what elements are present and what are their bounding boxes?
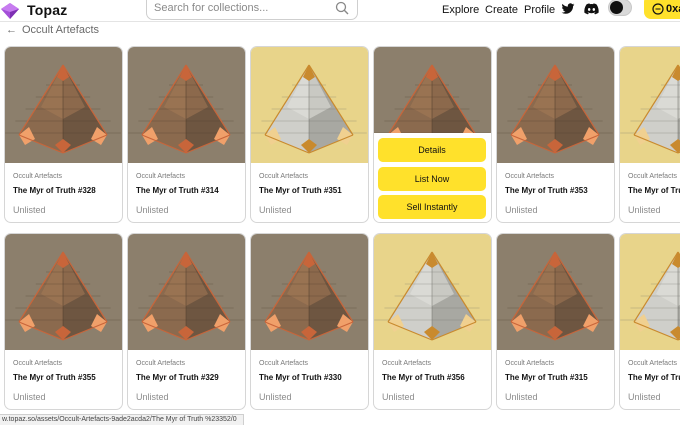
card-title[interactable]: The Myr of Truth #314 (136, 186, 219, 195)
moon-icon (610, 1, 623, 14)
discord-icon[interactable] (584, 3, 599, 15)
topaz-logo-icon[interactable] (0, 1, 20, 21)
nft-card[interactable]: Occult Artefacts The Myr of Truth #3 Unl… (619, 46, 680, 223)
card-status: Unlisted (259, 392, 292, 402)
wallet-address: 0xa (666, 3, 680, 15)
nft-card[interactable]: Occult Artefacts The Myr of Truth #356 U… (373, 233, 492, 410)
twitter-icon[interactable] (561, 3, 575, 15)
card-title[interactable]: The Myr of Truth #328 (13, 186, 96, 195)
card-status: Unlisted (136, 205, 169, 215)
nft-card-hovered[interactable]: Details List Now Sell Instantly (373, 46, 492, 223)
nft-image[interactable] (251, 234, 368, 350)
card-collection-name: Occult Artefacts (505, 173, 555, 180)
collection-name: Occult Artefacts (22, 24, 100, 36)
card-collection-name: Occult Artefacts (628, 173, 678, 180)
browser-status-url: w.topaz.so/assets/Occult-Artefacts-9ade2… (0, 414, 244, 425)
card-title[interactable]: The Myr of Truth #355 (13, 373, 96, 382)
card-collection-name: Occult Artefacts (259, 173, 309, 180)
card-status: Unlisted (505, 205, 538, 215)
sell-instantly-button[interactable]: Sell Instantly (378, 195, 486, 219)
nft-card[interactable]: Occult Artefacts The Myr of Truth #314 U… (127, 46, 246, 223)
nft-image[interactable] (620, 234, 680, 350)
card-status: Unlisted (13, 392, 46, 402)
wallet-button[interactable]: 0xa (644, 0, 680, 19)
list-now-button[interactable]: List Now (378, 167, 486, 191)
theme-toggle[interactable] (608, 0, 632, 16)
card-collection-name: Occult Artefacts (136, 173, 186, 180)
page: Topaz Search for collections... Explore … (0, 0, 680, 425)
card-action-panel: Details List Now Sell Instantly (374, 133, 491, 222)
nav-profile[interactable]: Profile (524, 4, 555, 16)
card-collection-name: Occult Artefacts (136, 360, 186, 367)
nft-image[interactable] (5, 234, 122, 350)
nft-card[interactable]: Occult Artefacts The Myr of Truth #330 U… (250, 233, 369, 410)
search-bar[interactable]: Search for collections... (146, 0, 358, 20)
nav-create[interactable]: Create (485, 4, 518, 16)
card-collection-name: Occult Artefacts (382, 360, 432, 367)
nft-image[interactable] (620, 47, 680, 163)
card-title[interactable]: The Myr of Truth #329 (136, 373, 219, 382)
card-status: Unlisted (259, 205, 292, 215)
breadcrumb-back[interactable]: ← Occult Artefacts (6, 24, 99, 36)
card-status: Unlisted (136, 392, 169, 402)
card-status: Unlisted (628, 205, 661, 215)
nft-card[interactable]: Occult Artefacts The Myr of Truth #315 U… (496, 233, 615, 410)
card-collection-name: Occult Artefacts (505, 360, 555, 367)
nft-card[interactable]: Occult Artefacts The Myr of Truth #3 Unl… (619, 233, 680, 410)
details-button[interactable]: Details (378, 138, 486, 162)
card-title[interactable]: The Myr of Truth #353 (505, 186, 588, 195)
card-title[interactable]: The Myr of Truth #351 (259, 186, 342, 195)
card-status: Unlisted (13, 205, 46, 215)
search-input[interactable]: Search for collections... (154, 2, 268, 14)
card-collection-name: Occult Artefacts (13, 360, 63, 367)
card-title[interactable]: The Myr of Truth #356 (382, 373, 465, 382)
card-title[interactable]: The Myr of Truth #3 (628, 373, 680, 382)
card-collection-name: Occult Artefacts (259, 360, 309, 367)
card-status: Unlisted (628, 392, 661, 402)
brand-name[interactable]: Topaz (27, 2, 67, 18)
back-arrow-icon: ← (6, 24, 17, 36)
card-status: Unlisted (505, 392, 538, 402)
card-title[interactable]: The Myr of Truth #315 (505, 373, 588, 382)
nft-image[interactable] (128, 47, 245, 163)
card-collection-name: Occult Artefacts (13, 173, 63, 180)
nft-image[interactable] (497, 47, 614, 163)
nft-card[interactable]: Occult Artefacts The Myr of Truth #353 U… (496, 46, 615, 223)
nft-image[interactable] (374, 234, 491, 350)
nft-card[interactable]: Occult Artefacts The Myr of Truth #355 U… (4, 233, 123, 410)
coin-icon (652, 3, 664, 15)
nft-card[interactable]: Occult Artefacts The Myr of Truth #329 U… (127, 233, 246, 410)
top-navbar: Topaz Search for collections... Explore … (0, 0, 680, 22)
card-collection-name: Occult Artefacts (628, 360, 678, 367)
nft-image[interactable] (128, 234, 245, 350)
nft-card[interactable]: Occult Artefacts The Myr of Truth #351 U… (250, 46, 369, 223)
card-title[interactable]: The Myr of Truth #330 (259, 373, 342, 382)
card-status: Unlisted (382, 392, 415, 402)
nav-explore[interactable]: Explore (442, 4, 479, 16)
nft-card[interactable]: Occult Artefacts The Myr of Truth #328 U… (4, 46, 123, 223)
card-title[interactable]: The Myr of Truth #3 (628, 186, 680, 195)
nft-image[interactable] (5, 47, 122, 163)
search-icon[interactable] (335, 1, 349, 15)
nft-image[interactable] (251, 47, 368, 163)
nft-image[interactable] (497, 234, 614, 350)
